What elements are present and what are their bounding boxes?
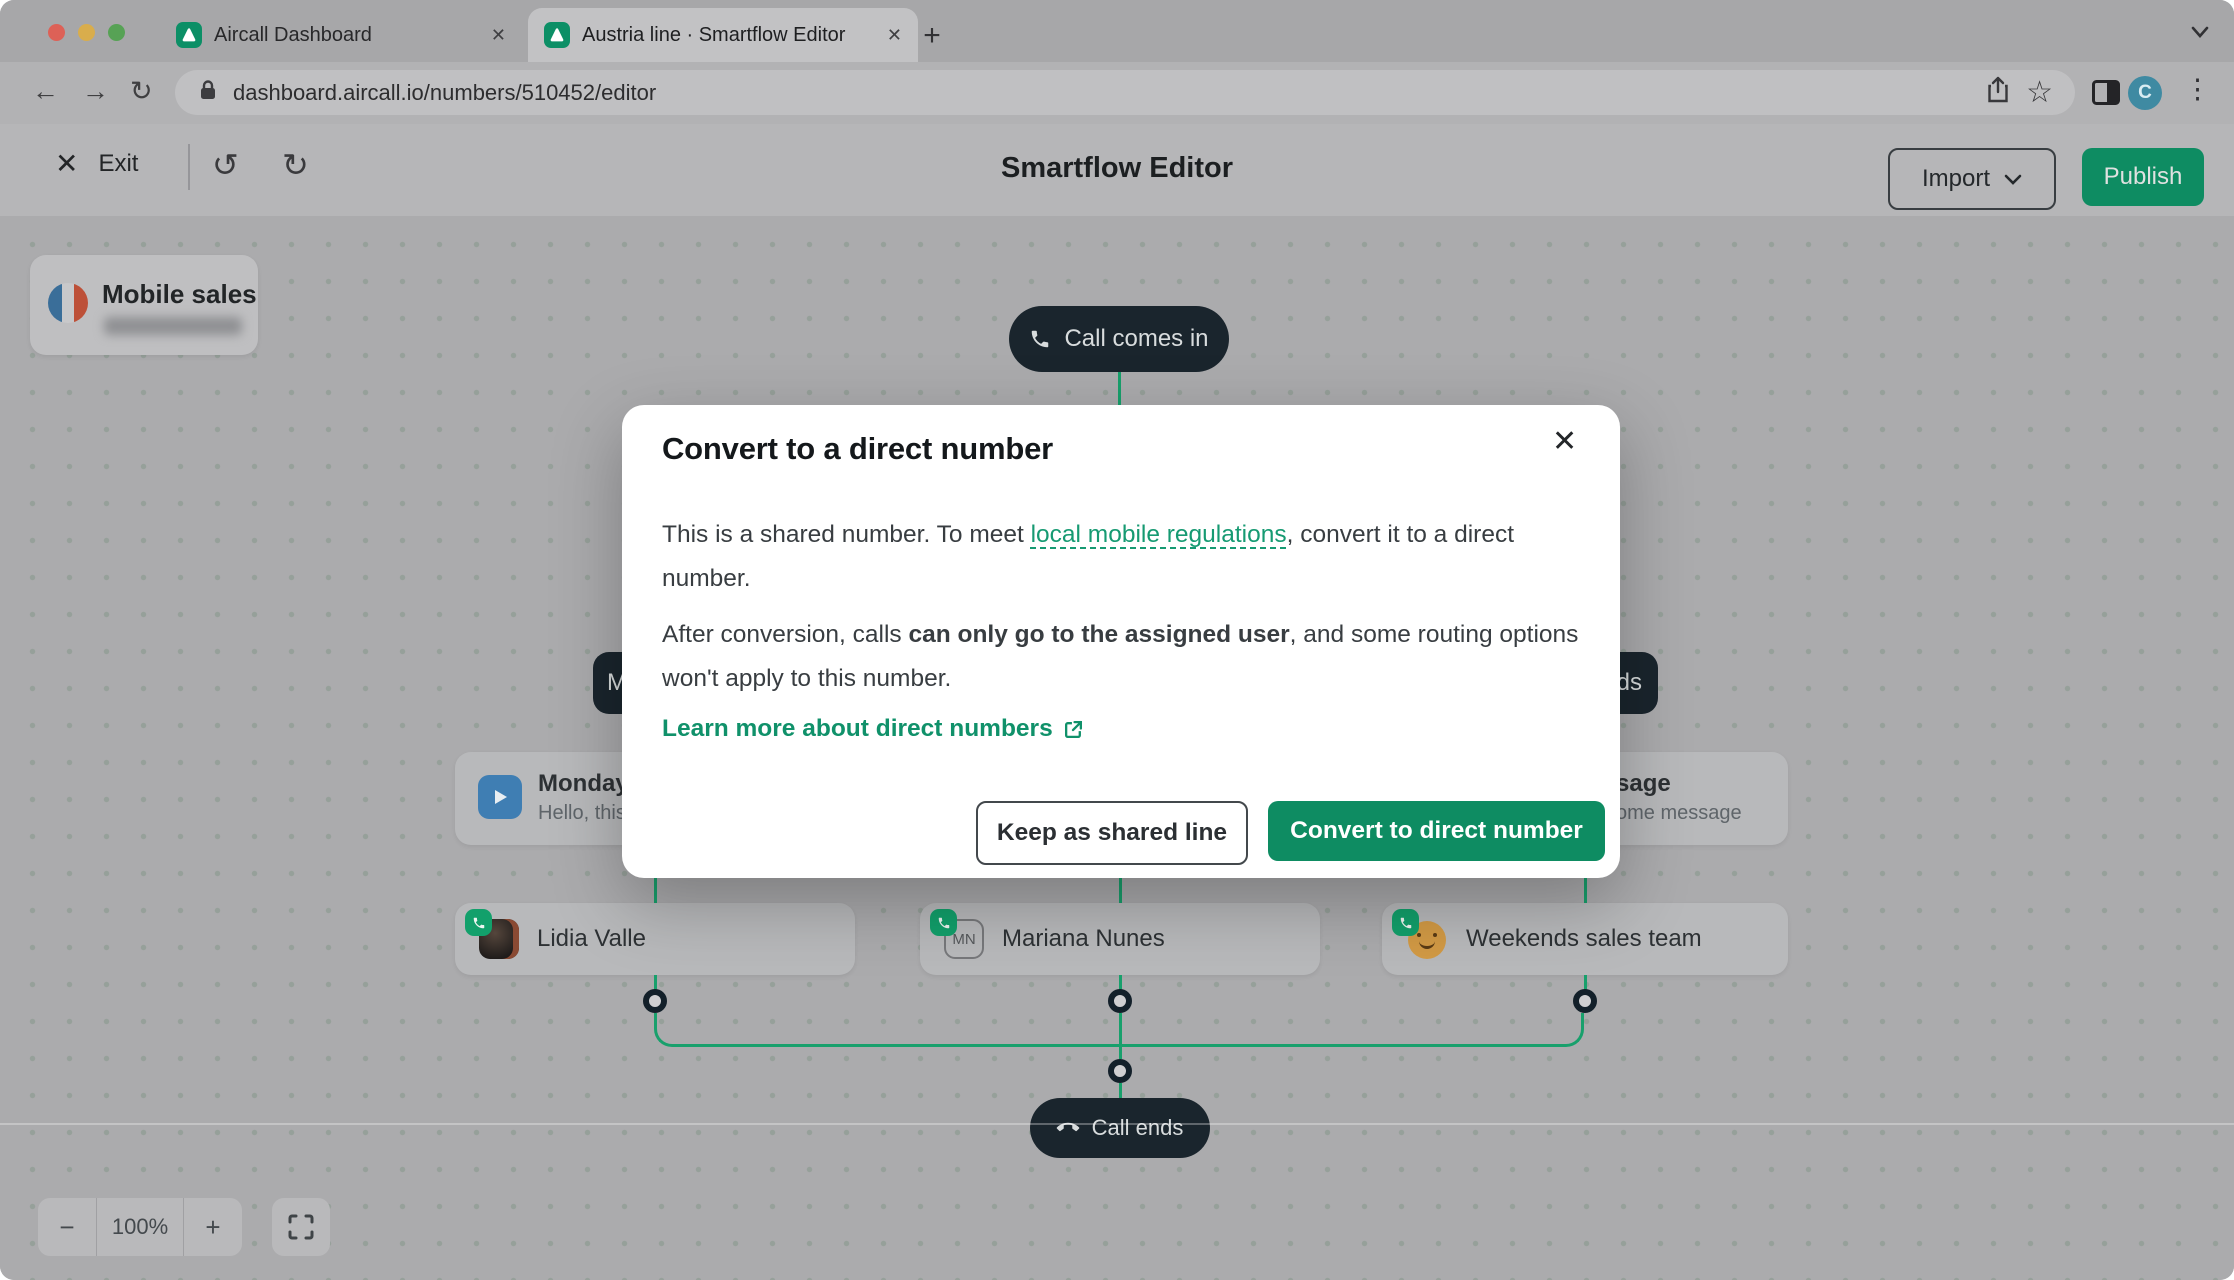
line-name: Mobile sales: [102, 279, 257, 310]
masked-phone-number: [104, 317, 242, 335]
connector-elbow-left: [654, 1013, 1119, 1047]
tab-close-icon[interactable]: ✕: [887, 26, 902, 44]
connector-elbow-right: [1119, 1013, 1584, 1047]
modal-paragraph-2: After conversion, calls can only go to t…: [662, 613, 1587, 701]
publish-button[interactable]: Publish: [2082, 148, 2204, 206]
convert-direct-number-button[interactable]: Convert to direct number: [1268, 801, 1605, 861]
phone-badge-icon: [465, 909, 492, 936]
node-label-fragment: ds: [1617, 669, 1642, 697]
keep-shared-line-button[interactable]: Keep as shared line: [976, 801, 1248, 865]
p2-text: After conversion, calls: [662, 621, 908, 648]
node-label: Call comes in: [1064, 325, 1208, 353]
tab-aircall-dashboard[interactable]: Aircall Dashboard ✕: [160, 8, 522, 62]
publish-label: Publish: [2104, 163, 2183, 191]
tab-title: Aircall Dashboard: [214, 24, 372, 47]
line-info-card[interactable]: Mobile sales: [30, 255, 258, 355]
primary-button-label: Convert to direct number: [1290, 817, 1583, 845]
tab-title: Austria line · Smartflow Editor: [582, 24, 845, 47]
node-team-weekends[interactable]: Weekends sales team: [1382, 903, 1788, 975]
audio-subtitle-fragment: ome message: [1616, 802, 1742, 825]
traffic-light-close[interactable]: [48, 24, 65, 41]
aircall-favicon: [544, 22, 570, 48]
side-panel-icon[interactable]: [2092, 80, 2120, 110]
zoom-out-button[interactable]: −: [38, 1198, 97, 1256]
modal-paragraph-1: This is a shared number. To meet local m…: [662, 513, 1582, 601]
phone-badge-icon: [930, 909, 957, 936]
connector-line: [1584, 876, 1587, 903]
tab-smartflow-editor[interactable]: Austria line · Smartflow Editor ✕: [528, 8, 918, 62]
modal-title: Convert to a direct number: [662, 431, 1053, 467]
connector-port[interactable]: [1108, 1059, 1132, 1083]
user-name: Lidia Valle: [537, 925, 646, 953]
connector-line: [1119, 1013, 1122, 1059]
back-icon[interactable]: ←: [32, 76, 59, 107]
connector-line: [1118, 372, 1121, 406]
secondary-button-label: Keep as shared line: [997, 819, 1227, 847]
local-regulations-link[interactable]: local mobile regulations: [1031, 521, 1287, 548]
phone-badge-icon: [1392, 909, 1419, 936]
zoom-in-button[interactable]: +: [183, 1198, 242, 1256]
team-name: Weekends sales team: [1466, 925, 1702, 953]
user-name: Mariana Nunes: [1002, 925, 1165, 953]
address-bar[interactable]: dashboard.aircall.io/numbers/510452/edit…: [175, 70, 2075, 115]
learn-more-label: Learn more about direct numbers: [662, 715, 1053, 743]
new-tab-button[interactable]: +: [912, 16, 952, 56]
traffic-light-zoom[interactable]: [108, 24, 125, 41]
p2-bold-text: can only go to the assigned user: [908, 621, 1289, 648]
zoom-level: 100%: [97, 1198, 183, 1256]
phone-down-icon: [1052, 1112, 1083, 1143]
phone-icon: [1029, 328, 1051, 350]
p1-text: This is a shared number. To meet: [662, 521, 1031, 548]
connector-port[interactable]: [1108, 989, 1132, 1013]
profile-avatar[interactable]: C: [2128, 76, 2162, 110]
learn-more-link[interactable]: Learn more about direct numbers: [662, 715, 1084, 743]
connector-line: [654, 876, 657, 903]
node-user-mariana[interactable]: MN Mariana Nunes: [920, 903, 1320, 975]
tab-search-chevron-icon[interactable]: [2188, 22, 2212, 47]
fit-to-screen-button[interactable]: [272, 1198, 330, 1256]
audio-title-fragment: sage: [1616, 770, 1671, 798]
convert-modal: Convert to a direct number ✕ This is a s…: [622, 405, 1620, 878]
modal-close-icon[interactable]: ✕: [1552, 427, 1577, 457]
tab-close-icon[interactable]: ✕: [491, 26, 506, 44]
play-icon: [478, 775, 522, 819]
chevron-down-icon: [2004, 174, 2022, 185]
country-flag-icon: [48, 283, 88, 323]
bookmark-star-icon[interactable]: ☆: [2026, 78, 2053, 108]
browser-menu-icon[interactable]: ⋮: [2184, 74, 2211, 105]
url-text: dashboard.aircall.io/numbers/510452/edit…: [233, 80, 656, 106]
connector-line: [1119, 876, 1122, 903]
zoom-control: − 100% +: [38, 1198, 242, 1256]
import-label: Import: [1922, 165, 1990, 193]
node-call-comes-in[interactable]: Call comes in: [1009, 306, 1229, 372]
aircall-favicon: [176, 22, 202, 48]
connector-port[interactable]: [1573, 989, 1597, 1013]
connector-port[interactable]: [643, 989, 667, 1013]
connector-line: [1119, 1083, 1122, 1098]
node-user-lidia[interactable]: Lidia Valle: [455, 903, 855, 975]
browser-window: Aircall Dashboard ✕ Austria line · Smart…: [0, 0, 2234, 1280]
import-button[interactable]: Import: [1888, 148, 2056, 210]
external-link-icon: [1063, 719, 1084, 740]
forward-icon[interactable]: →: [82, 76, 109, 107]
share-icon[interactable]: [1986, 76, 2010, 109]
refresh-icon[interactable]: ↻: [130, 76, 153, 107]
traffic-light-minimize[interactable]: [78, 24, 95, 41]
canvas-seam: [0, 1123, 2234, 1125]
lock-icon: [199, 79, 217, 106]
node-call-ends[interactable]: Call ends: [1030, 1098, 1210, 1158]
fit-screen-icon: [288, 1214, 314, 1240]
node-label: Call ends: [1092, 1115, 1184, 1141]
